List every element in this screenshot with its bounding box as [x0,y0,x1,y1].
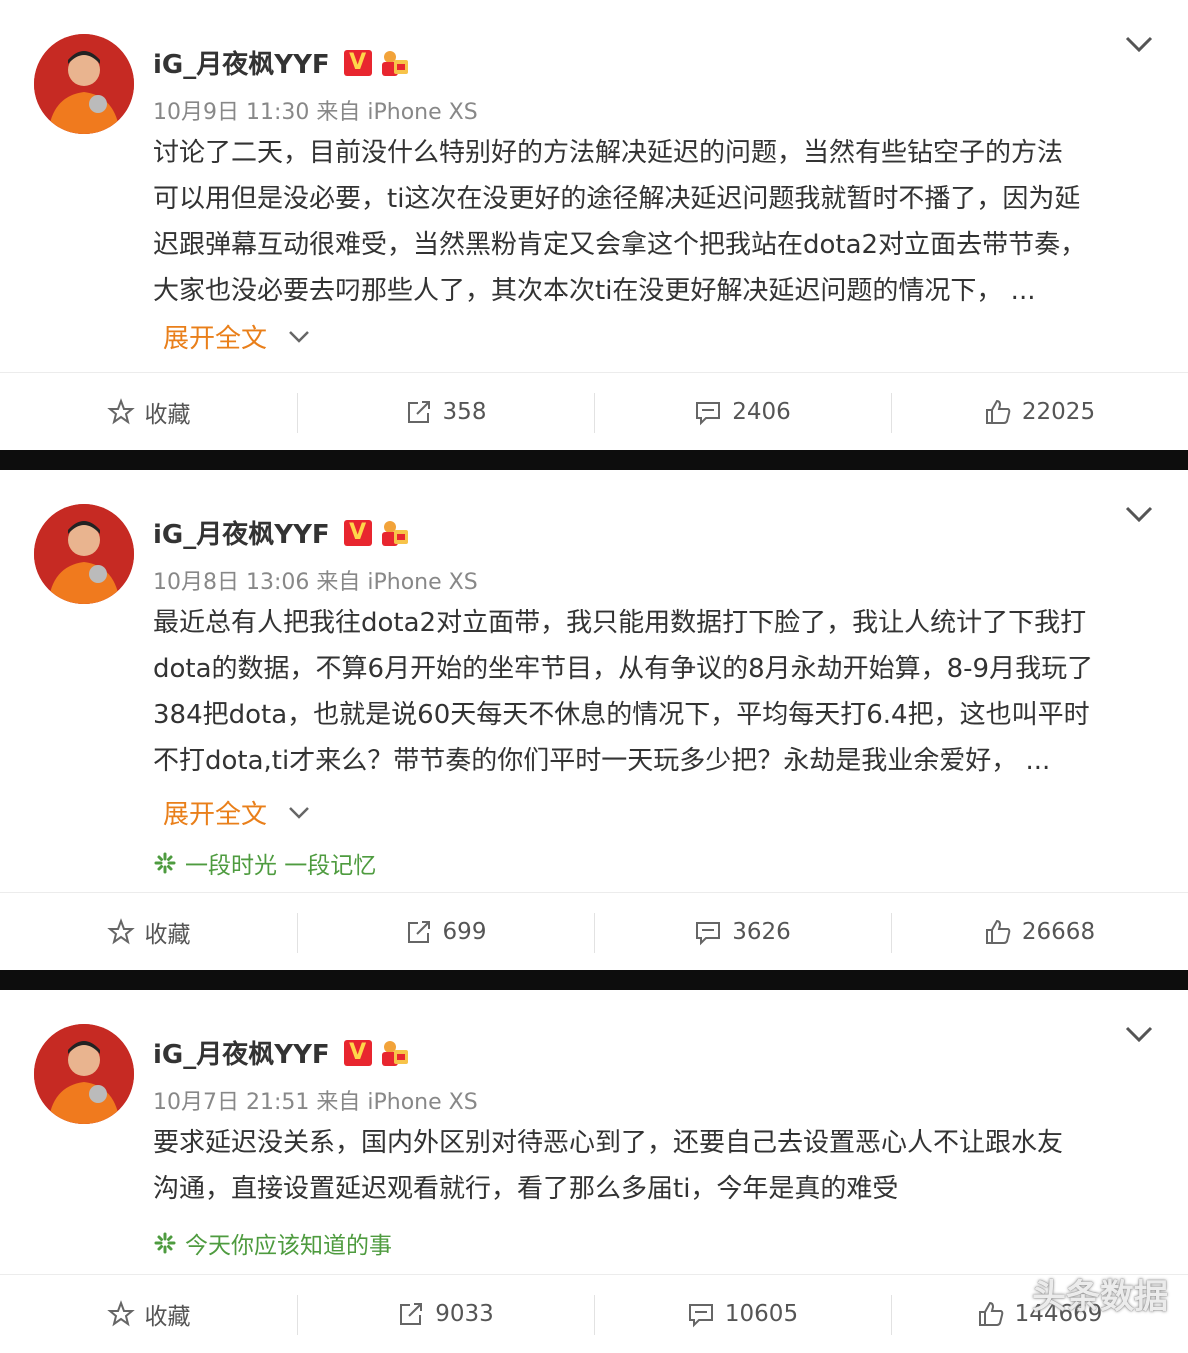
expand-full-text-link[interactable]: 展开全文 [163,794,311,831]
post-meta: 10月9日 11:30 来自 iPhone XS [153,100,478,125]
medal-icon [378,1038,410,1068]
content-line: 迟跟弹幕互动很难受，当然黑粉肯定又会拿这个把我站在dota2对立面去带节奏， [153,230,1087,260]
content-line: 沟通，直接设置延迟观看就行，看了那么多届ti，今年是真的难受 [153,1174,899,1204]
topic-sparkle-icon [154,1232,176,1254]
chevron-down-icon [289,330,309,343]
thumbs-up-icon [985,399,1011,424]
topic-label[interactable]: 一段时光 一段记忆 [185,846,376,880]
repost-count: 9033 [435,1301,494,1327]
comment-button[interactable]: 10605 [594,1275,891,1353]
star-icon [106,918,135,945]
post-content: 最近总有人把我往dota2对立面带，我只能用数据打下脸了，我让人统计了下我打 d… [153,600,1153,784]
like-count: 22025 [1021,399,1096,425]
content-line: 不打dota,ti才来么？带节奏的你们平时一天玩多少把？永劫是我业余爱好， ..… [153,746,1051,776]
avatar[interactable] [34,1024,134,1124]
content-line: dota的数据，不算6月开始的坐牢节目，从有争议的8月永劫开始算，8-9月我玩了 [153,654,1094,684]
chevron-down-icon[interactable] [1124,504,1154,524]
medal-icon [378,48,410,78]
verified-badge-icon: V [343,519,372,546]
username-text[interactable]: iG_月夜枫YYF [153,44,330,81]
content-line: 最近总有人把我往dota2对立面带，我只能用数据打下脸了，我让人统计了下我打 [153,608,1087,638]
favorite-label: 收藏 [144,1304,191,1330]
username-text[interactable]: iG_月夜枫YYF [153,1034,330,1071]
post-content: 讨论了二天，目前没什么特别好的方法解决延迟的问题，当然有些钻空子的方法 可以用但… [153,130,1153,314]
post-divider [0,970,1188,990]
share-icon [407,401,430,423]
post-meta: 10月8日 13:06 来自 iPhone XS [153,570,478,595]
comment-count: 10605 [724,1301,799,1327]
post-meta: 10月7日 21:51 来自 iPhone XS [153,1090,478,1115]
chevron-down-icon[interactable] [1124,1024,1154,1044]
chevron-down-icon[interactable] [1124,34,1154,54]
content-line: 要求延迟没关系，国内外区别对待恶心到了，还要自己去设置恶心人不让跟水友 [153,1128,1064,1158]
expand-full-text-link[interactable]: 展开全文 [163,318,311,355]
repost-button[interactable]: 358 [297,373,594,451]
favorite-button[interactable]: 收藏 [0,1275,297,1353]
star-icon [106,1300,135,1327]
repost-count: 358 [442,399,487,425]
expand-label[interactable]: 展开全文 [163,794,267,831]
expand-label[interactable]: 展开全文 [163,318,267,355]
like-button[interactable]: 22025 [891,373,1188,451]
weibo-post: iG_月夜枫YYF V 10月7日 21:51 来自 iPhone XS 要求延… [0,990,1188,1340]
medal-icon [378,518,410,548]
comment-icon [696,402,721,426]
verified-badge-icon: V [343,49,372,76]
like-button[interactable]: 26668 [891,893,1188,971]
share-icon [400,1303,423,1325]
verified-badge-icon: V [343,1039,372,1066]
topic-link[interactable]: 一段时光 一段记忆 [153,846,376,880]
content-line: 大家也没必要去叼那些人了，其次本次ti在没更好解决延迟问题的情况下， ... [153,276,1036,306]
username[interactable]: iG_月夜枫YYF V [153,514,410,551]
favorite-label: 收藏 [144,922,191,948]
action-bar: 收藏 699 3626 26668 [0,892,1188,971]
thumbs-up-icon [985,919,1011,944]
content-line: 可以用但是没必要，ti这次在没更好的途径解决延迟问题我就暂时不播了，因为延 [153,184,1081,214]
chevron-down-icon [289,806,309,819]
action-bar: 收藏 9033 10605 144669 [0,1274,1188,1353]
repost-button[interactable]: 9033 [297,1275,594,1353]
avatar[interactable] [34,504,134,604]
action-bar: 收藏 358 2406 22025 [0,372,1188,451]
comment-button[interactable]: 3626 [594,893,891,971]
username[interactable]: iG_月夜枫YYF V [153,1034,410,1071]
thumbs-up-icon [978,1301,1003,1326]
repost-count: 699 [442,919,487,945]
comment-count: 2406 [732,399,791,425]
like-count: 26668 [1021,919,1096,945]
comment-icon [696,922,721,946]
favorite-button[interactable]: 收藏 [0,373,297,451]
weibo-post: iG_月夜枫YYF V 10月9日 11:30 来自 iPhone XS 讨论了… [0,0,1188,450]
comment-icon [688,1304,713,1328]
post-divider [0,450,1188,470]
avatar[interactable] [34,34,134,134]
favorite-button[interactable]: 收藏 [0,893,297,971]
username[interactable]: iG_月夜枫YYF V [153,44,410,81]
username-text[interactable]: iG_月夜枫YYF [153,514,330,551]
comment-button[interactable]: 2406 [594,373,891,451]
star-icon [106,398,135,425]
favorite-label: 收藏 [144,402,191,428]
content-line: 384把dota，也就是说60天每天不休息的情况下，平均每天打6.4把，这也叫平… [153,700,1090,730]
comment-count: 3626 [732,919,791,945]
content-line: 讨论了二天，目前没什么特别好的方法解决延迟的问题，当然有些钻空子的方法 [153,138,1064,168]
watermark-logo: 头条数据 [1032,1277,1168,1317]
topic-link[interactable]: 今天你应该知道的事 [153,1226,392,1260]
repost-button[interactable]: 699 [297,893,594,971]
share-icon [407,921,430,943]
topic-sparkle-icon [154,852,176,874]
weibo-post: iG_月夜枫YYF V 10月8日 13:06 来自 iPhone XS 最近总… [0,470,1188,970]
topic-label[interactable]: 今天你应该知道的事 [185,1226,392,1260]
post-content: 要求延迟没关系，国内外区别对待恶心到了，还要自己去设置恶心人不让跟水友 沟通，直… [153,1120,1153,1212]
